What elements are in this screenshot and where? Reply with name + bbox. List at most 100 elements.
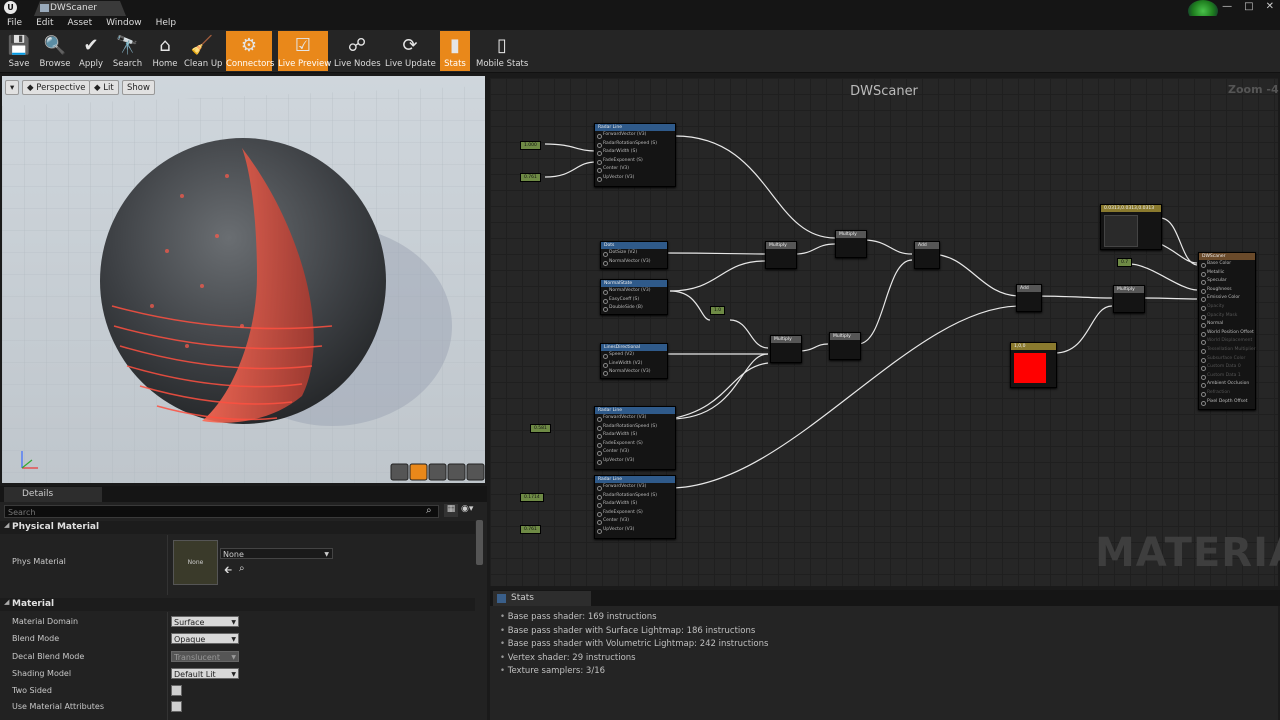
- use-material-attributes-checkbox[interactable]: [171, 701, 182, 712]
- connectors-button[interactable]: ⚙ Connectors: [226, 31, 274, 71]
- input-pin[interactable]: Center (V3): [595, 165, 675, 174]
- input-pin[interactable]: DotSize (V2): [601, 249, 667, 258]
- result-input-pin[interactable]: Emissive Color: [1199, 294, 1255, 303]
- lines-directional-node[interactable]: LinesDirectional Speed (V2) LineWidth (V…: [600, 343, 668, 379]
- mobile-stats-button[interactable]: ▯ Mobile Stats: [476, 31, 528, 71]
- input-pin[interactable]: FadeExponent (S): [595, 440, 675, 449]
- normal-state-node[interactable]: NormalState NormalVector (V3) EasyCoeff …: [600, 279, 668, 315]
- input-pin[interactable]: NormalVector (V3): [601, 258, 667, 267]
- constant-node[interactable]: 1.000: [520, 141, 541, 150]
- menu-edit[interactable]: Edit: [29, 16, 60, 30]
- result-input-pin[interactable]: Base Color: [1199, 260, 1255, 269]
- material-preview-viewport[interactable]: [2, 76, 485, 483]
- material-domain-dropdown[interactable]: Surface: [171, 616, 239, 628]
- search-button[interactable]: 🔭 Search: [111, 31, 144, 71]
- radar-line-node[interactable]: Radar Line ForwardVector (V3) RadarRotat…: [594, 123, 676, 187]
- result-input-pin[interactable]: Ambient Occlusion: [1199, 380, 1255, 389]
- result-input-pin[interactable]: Custom Data 0: [1199, 363, 1255, 372]
- result-input-pin[interactable]: Subsurface Color: [1199, 355, 1255, 364]
- radar-line-node[interactable]: Radar Line ForwardVector (V3) RadarRotat…: [594, 406, 676, 470]
- input-pin[interactable]: RadarWidth (S): [595, 431, 675, 440]
- input-pin[interactable]: RadarWidth (S): [595, 148, 675, 157]
- input-pin[interactable]: FadeExponent (S): [595, 157, 675, 166]
- result-input-pin[interactable]: World Displacement: [1199, 337, 1255, 346]
- maximize-button[interactable]: □: [1244, 1, 1253, 12]
- result-input-pin[interactable]: Custom Data 1: [1199, 372, 1255, 381]
- result-input-pin[interactable]: World Position Offset: [1199, 329, 1255, 338]
- multiply-node[interactable]: Multiply: [770, 335, 802, 363]
- input-pin[interactable]: UpVector (V3): [595, 174, 675, 183]
- menu-window[interactable]: Window: [99, 16, 149, 30]
- material-result-node[interactable]: DWScaner Base Color Metallic Specular Rough…: [1198, 252, 1256, 410]
- input-pin[interactable]: RadarRotationSpeed (S): [595, 140, 675, 149]
- result-input-pin[interactable]: Refraction: [1199, 389, 1255, 398]
- perspective-button[interactable]: ◆ Perspective: [22, 80, 91, 95]
- input-pin[interactable]: ForwardVector (V3): [595, 414, 675, 423]
- constant3vector-node[interactable]: 1,0,0: [1010, 342, 1057, 388]
- multiply-node[interactable]: Multiply: [765, 241, 797, 269]
- multiply-node[interactable]: Multiply: [829, 332, 861, 360]
- input-pin[interactable]: NormalVector (V3): [601, 287, 667, 296]
- constant-node[interactable]: 0.761: [520, 525, 541, 534]
- multiply-node[interactable]: Multiply: [835, 230, 867, 258]
- viewport-options-button[interactable]: ▾: [5, 80, 19, 95]
- multiply-node[interactable]: Multiply: [1113, 285, 1145, 313]
- constant-node[interactable]: 0.761: [520, 173, 541, 182]
- constant-node[interactable]: 0.1714: [520, 493, 544, 502]
- input-pin[interactable]: Center (V3): [595, 517, 675, 526]
- dots-node[interactable]: Dots DotSize (V2) NormalVector (V3): [600, 241, 668, 269]
- details-search-input[interactable]: Search: [4, 505, 439, 518]
- input-pin[interactable]: Center (V3): [595, 448, 675, 457]
- stats-button[interactable]: ▮ Stats: [440, 31, 470, 71]
- live-preview-button[interactable]: ☑ Live Preview: [278, 31, 331, 71]
- input-pin[interactable]: Speed (V2): [601, 351, 667, 360]
- show-button[interactable]: Show: [122, 80, 155, 95]
- result-input-pin[interactable]: Roughness: [1199, 286, 1255, 295]
- result-input-pin[interactable]: Pixel Depth Offset: [1199, 398, 1255, 407]
- menu-asset[interactable]: Asset: [61, 16, 100, 30]
- physical-material-header[interactable]: Physical Material: [0, 521, 475, 534]
- two-sided-checkbox[interactable]: [171, 685, 182, 696]
- phys-material-thumbnail[interactable]: None: [173, 540, 218, 585]
- material-header[interactable]: Material: [0, 598, 475, 611]
- add-node[interactable]: Add: [914, 241, 940, 269]
- apply-button[interactable]: ✔ Apply: [76, 31, 106, 71]
- constant-node[interactable]: 0.581: [530, 424, 551, 433]
- input-pin[interactable]: EasyCoeff (S): [601, 296, 667, 305]
- result-input-pin[interactable]: Tessellation Multiplier: [1199, 346, 1256, 355]
- result-input-pin[interactable]: Opacity: [1199, 303, 1255, 312]
- result-input-pin[interactable]: Opacity Mask: [1199, 312, 1255, 321]
- minimize-button[interactable]: —: [1222, 1, 1232, 12]
- home-button[interactable]: ⌂ Home: [148, 31, 182, 71]
- menu-help[interactable]: Help: [149, 16, 184, 30]
- input-pin[interactable]: UpVector (V3): [595, 526, 675, 535]
- details-tab[interactable]: Details: [4, 487, 102, 502]
- input-pin[interactable]: DoubleSide (B): [601, 304, 667, 313]
- input-pin[interactable]: LineWidth (V2): [601, 360, 667, 369]
- radar-line-node[interactable]: Radar Line ForwardVector (V3) RadarRotat…: [594, 475, 676, 539]
- blend-mode-dropdown[interactable]: Opaque: [171, 633, 239, 645]
- result-input-pin[interactable]: Metallic: [1199, 269, 1255, 278]
- phys-material-dropdown[interactable]: None ▼: [220, 548, 333, 559]
- result-input-pin[interactable]: Specular: [1199, 277, 1255, 286]
- close-button[interactable]: ✕: [1266, 1, 1274, 12]
- input-pin[interactable]: RadarRotationSpeed (S): [595, 492, 675, 501]
- clean-up-button[interactable]: 🧹 Clean Up: [184, 31, 222, 71]
- view-options-icon[interactable]: ▦: [444, 504, 458, 517]
- eye-icon[interactable]: ◉▾: [461, 504, 473, 514]
- live-update-button[interactable]: ⟳ Live Update: [385, 31, 436, 71]
- browse-button[interactable]: 🔍 Browse: [36, 31, 74, 71]
- lit-button[interactable]: ◆ Lit: [89, 80, 119, 95]
- search-icon[interactable]: ⌕: [426, 505, 432, 516]
- input-pin[interactable]: ForwardVector (V3): [595, 483, 675, 492]
- input-pin[interactable]: ForwardVector (V3): [595, 131, 675, 140]
- result-input-pin[interactable]: Normal: [1199, 320, 1255, 329]
- input-pin[interactable]: RadarRotationSpeed (S): [595, 423, 675, 432]
- input-pin[interactable]: NormalVector (V3): [601, 368, 667, 377]
- unreal-logo-icon[interactable]: U: [4, 1, 17, 14]
- use-selected-arrow-icon[interactable]: 🡰: [224, 563, 232, 580]
- details-scrollbar[interactable]: [476, 520, 483, 565]
- input-pin[interactable]: UpVector (V3): [595, 457, 675, 466]
- browse-asset-icon[interactable]: ⌕: [239, 563, 245, 574]
- save-button[interactable]: 💾 Save: [4, 31, 34, 71]
